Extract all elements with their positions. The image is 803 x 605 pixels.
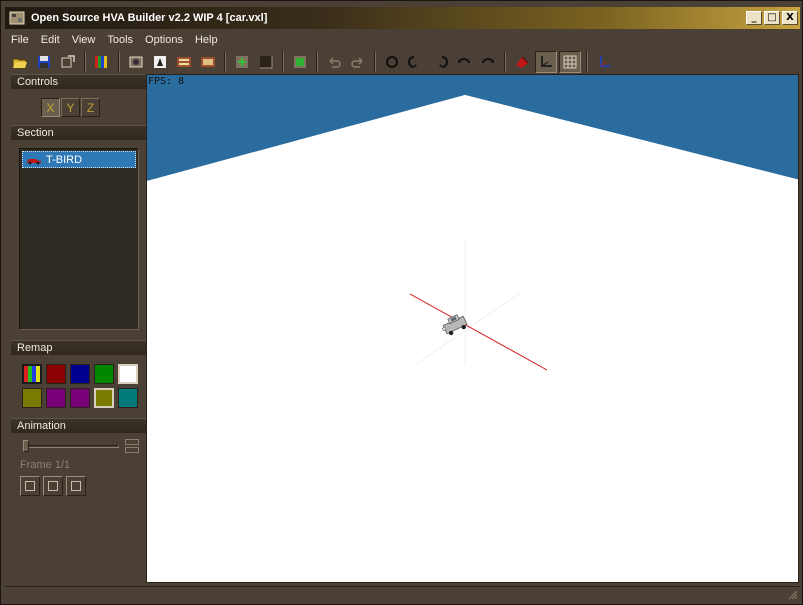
light-icon[interactable] <box>149 51 171 73</box>
pause-button[interactable] <box>43 476 63 496</box>
axis-icon[interactable] <box>535 51 557 73</box>
fps-counter: FPS: 8 <box>148 76 185 87</box>
stop-button[interactable] <box>66 476 86 496</box>
remap-color-8[interactable] <box>94 388 114 408</box>
frame-label: Frame 1/1 <box>20 459 71 471</box>
import-icon[interactable] <box>231 51 253 73</box>
remap-color-6[interactable] <box>46 388 66 408</box>
export-icon[interactable] <box>57 51 79 73</box>
car-icon <box>27 158 41 164</box>
close-button[interactable]: X <box>782 11 798 25</box>
remap-swatches <box>22 364 146 408</box>
pivot-icon[interactable] <box>593 51 615 73</box>
axis-y-button[interactable]: Y <box>61 98 80 117</box>
menu-options[interactable]: Options <box>139 34 189 46</box>
left-panel: Controls X Y Z Section T-BIRD Remap Anim… <box>11 74 146 584</box>
axis-z-button[interactable]: Z <box>81 98 100 117</box>
remap-color-4[interactable] <box>118 364 138 384</box>
remap-color-9[interactable] <box>118 388 138 408</box>
controls-header: Controls <box>11 74 146 89</box>
remap-color-7[interactable] <box>70 388 90 408</box>
remap-color-2[interactable] <box>70 364 90 384</box>
hva2-icon[interactable] <box>197 51 219 73</box>
open-icon[interactable] <box>9 51 31 73</box>
menu-edit[interactable]: Edit <box>35 34 66 46</box>
model-icon[interactable] <box>511 51 533 73</box>
ground-plane <box>147 95 798 582</box>
menu-file[interactable]: File <box>5 34 35 46</box>
menu-view[interactable]: View <box>66 34 102 46</box>
viewport-scene <box>147 75 798 582</box>
minimize-button[interactable]: _ <box>746 11 762 25</box>
axis-x-button[interactable]: X <box>41 98 60 117</box>
redo-icon[interactable] <box>347 51 369 73</box>
frame-slider[interactable] <box>21 439 139 453</box>
frame-slider-thumb[interactable] <box>23 440 29 452</box>
turn-left-icon[interactable] <box>453 51 475 73</box>
save-icon[interactable] <box>33 51 55 73</box>
remap-color-3[interactable] <box>94 364 114 384</box>
main-window: Open Source HVA Builder v2.2 WIP 4 [car.… <box>0 0 803 605</box>
undo-icon[interactable] <box>323 51 345 73</box>
rotate-left-icon[interactable] <box>405 51 427 73</box>
new-frame-icon[interactable] <box>289 51 311 73</box>
hva-icon[interactable] <box>173 51 195 73</box>
remap-header: Remap <box>11 340 146 355</box>
animation-header: Animation <box>11 418 146 433</box>
section-list[interactable]: T-BIRD <box>19 148 139 330</box>
app-icon <box>9 11 25 25</box>
rotate-right-icon[interactable] <box>429 51 451 73</box>
camera-icon[interactable] <box>125 51 147 73</box>
menu-bar: File Edit View Tools Options Help <box>5 31 800 48</box>
menu-tools[interactable]: Tools <box>101 34 139 46</box>
remap-color-5[interactable] <box>22 388 42 408</box>
resize-grip-icon[interactable] <box>788 590 798 600</box>
list-item[interactable]: T-BIRD <box>22 151 136 168</box>
title-bar[interactable]: Open Source HVA Builder v2.2 WIP 4 [car.… <box>5 7 800 29</box>
section-item-label: T-BIRD <box>46 153 83 166</box>
axis-selector: X Y Z <box>41 98 146 117</box>
frame-spinner[interactable] <box>125 439 139 453</box>
remap-color-0[interactable] <box>22 364 42 384</box>
maximize-button[interactable]: □ <box>764 11 780 25</box>
rotate-icon[interactable] <box>381 51 403 73</box>
brush-icon[interactable] <box>255 51 277 73</box>
palette-icon[interactable] <box>91 51 113 73</box>
turn-right-icon[interactable] <box>477 51 499 73</box>
grid-icon[interactable] <box>559 51 581 73</box>
play-button[interactable] <box>20 476 40 496</box>
section-header: Section <box>11 125 146 140</box>
menu-help[interactable]: Help <box>189 34 224 46</box>
toolbar <box>5 49 800 75</box>
status-bar <box>5 586 800 602</box>
remap-color-1[interactable] <box>46 364 66 384</box>
3d-viewport[interactable]: FPS: 8 <box>146 74 799 583</box>
window-title: Open Source HVA Builder v2.2 WIP 4 [car.… <box>31 12 268 24</box>
